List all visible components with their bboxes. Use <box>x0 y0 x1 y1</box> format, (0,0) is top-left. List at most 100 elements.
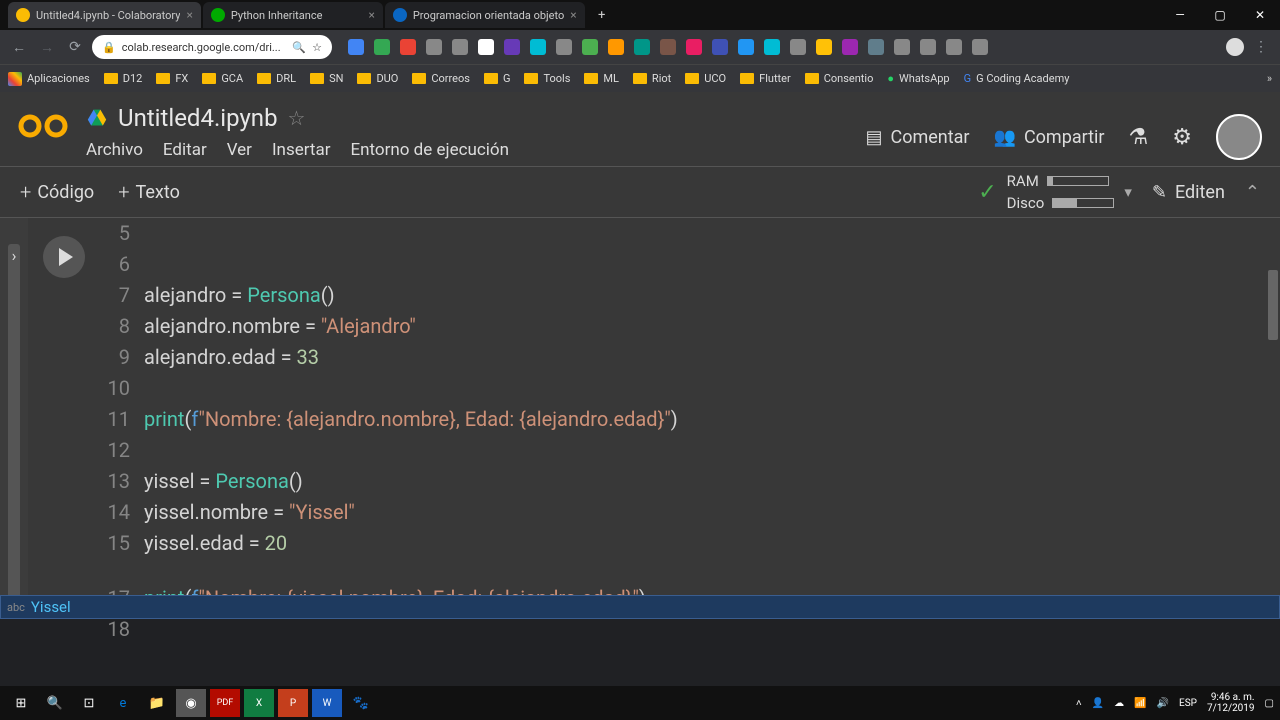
search-button[interactable]: 🔍 <box>40 689 70 717</box>
task-view-button[interactable]: ⊡ <box>74 689 104 717</box>
bookmark-item[interactable]: FX <box>156 72 188 85</box>
code-editor[interactable]: 567alejandro = Persona()8alejandro.nombr… <box>100 218 1268 614</box>
experiment-icon[interactable]: ⚗ <box>1129 125 1149 150</box>
extension-icon[interactable] <box>712 39 728 55</box>
bookmark-item[interactable]: UCO <box>685 72 726 85</box>
extension-icon[interactable] <box>816 39 832 55</box>
language-indicator[interactable]: ESP <box>1179 698 1197 709</box>
bookmark-item[interactable]: Tools <box>524 72 570 85</box>
scrollbar[interactable] <box>1268 270 1278 340</box>
extension-icon[interactable] <box>764 39 780 55</box>
clock[interactable]: 9:46 a. m. 7/12/2019 <box>1207 692 1255 714</box>
bookmark-item[interactable]: DRL <box>257 72 296 85</box>
chevron-down-icon[interactable]: ▾ <box>1124 183 1132 201</box>
pdf-icon[interactable]: PDF <box>210 689 240 717</box>
code-line[interactable]: 8alejandro.nombre = "Alejandro" <box>100 311 1268 342</box>
code-line[interactable]: 7alejandro = Persona() <box>100 280 1268 311</box>
code-line[interactable]: 14yissel.nombre = "Yissel" <box>100 497 1268 528</box>
bookmark-item[interactable]: D12 <box>104 72 143 85</box>
collapse-button[interactable]: ⌃ <box>1245 182 1260 203</box>
extension-icon[interactable] <box>374 39 390 55</box>
extension-icon[interactable] <box>634 39 650 55</box>
star-button[interactable]: ☆ <box>288 106 306 130</box>
onedrive-icon[interactable]: ☁ <box>1114 698 1124 709</box>
menu-button[interactable]: ⋮ <box>1250 39 1272 55</box>
start-button[interactable]: ⊞ <box>6 689 36 717</box>
profile-avatar[interactable] <box>1226 38 1244 56</box>
url-input[interactable]: 🔒 colab.research.google.com/dri... 🔍 ☆ <box>92 35 332 59</box>
menu-item[interactable]: Ver <box>227 140 252 160</box>
excel-icon[interactable]: X <box>244 689 274 717</box>
bookmark-item[interactable]: Consentio <box>805 72 874 85</box>
maximize-button[interactable]: ▢ <box>1200 0 1240 30</box>
menu-item[interactable]: Editar <box>163 140 207 160</box>
new-tab-button[interactable]: + <box>587 1 617 29</box>
menu-item[interactable]: Archivo <box>86 140 143 160</box>
code-line[interactable]: 5 <box>100 218 1268 249</box>
menu-item[interactable]: Entorno de ejecución <box>350 140 509 160</box>
code-line[interactable]: 13yissel = Persona() <box>100 466 1268 497</box>
extension-icon[interactable] <box>348 39 364 55</box>
word-icon[interactable]: W <box>312 689 342 717</box>
bookmark-item[interactable]: SN <box>310 72 343 85</box>
extension-icon[interactable] <box>738 39 754 55</box>
back-button[interactable]: ← <box>8 39 30 56</box>
share-button[interactable]: 👥Compartir <box>994 127 1105 148</box>
wifi-icon[interactable]: 📶 <box>1134 698 1146 709</box>
extension-icon[interactable] <box>842 39 858 55</box>
extension-icon[interactable] <box>946 39 962 55</box>
bookmark-item[interactable]: GCA <box>202 72 243 85</box>
settings-icon[interactable]: ⚙ <box>1172 125 1192 150</box>
add-code-button[interactable]: +Código <box>20 180 94 204</box>
resource-indicator[interactable]: ✓ RAM Disco ▾ <box>978 172 1132 212</box>
editing-mode-button[interactable]: ✎Editen <box>1152 182 1225 203</box>
extension-icon[interactable] <box>478 39 494 55</box>
extension-icon[interactable] <box>582 39 598 55</box>
extension-icon[interactable] <box>972 39 988 55</box>
extension-icon[interactable] <box>426 39 442 55</box>
extension-icon[interactable] <box>868 39 884 55</box>
sidebar-toggle[interactable]: › <box>0 218 28 614</box>
extension-icon[interactable] <box>452 39 468 55</box>
bookmark-item[interactable]: Correos <box>412 72 470 85</box>
extension-icon[interactable] <box>894 39 910 55</box>
code-line[interactable]: 15yissel.edad = 20 <box>100 528 1268 559</box>
bookmarks-overflow[interactable]: » <box>1267 72 1272 85</box>
code-cell[interactable]: 567alejandro = Persona()8alejandro.nombr… <box>28 218 1280 614</box>
people-icon[interactable]: 👤 <box>1092 698 1104 709</box>
close-button[interactable]: ✕ <box>1240 0 1280 30</box>
bookmark-item[interactable]: Aplicaciones <box>8 72 90 86</box>
menu-item[interactable]: Insertar <box>272 140 331 160</box>
forward-button[interactable]: → <box>36 39 58 56</box>
notifications-icon[interactable]: ▢ <box>1265 698 1274 709</box>
browser-tab[interactable]: Untitled4.ipynb - Colaboratory × <box>8 2 201 28</box>
extension-icon[interactable] <box>504 39 520 55</box>
bookmark-item[interactable]: ML <box>584 72 619 85</box>
bookmark-item[interactable]: GG Coding Academy <box>964 72 1070 85</box>
minimize-button[interactable]: — <box>1160 0 1200 30</box>
edge-icon[interactable]: e <box>108 689 138 717</box>
volume-icon[interactable]: 🔊 <box>1157 698 1169 709</box>
comment-button[interactable]: ▤Comentar <box>865 127 969 148</box>
browser-tab[interactable]: Programacion orientada objeto × <box>385 2 585 28</box>
reload-button[interactable]: ⟳ <box>64 39 86 55</box>
chrome-icon[interactable]: ◉ <box>176 689 206 717</box>
code-line[interactable]: 12 <box>100 435 1268 466</box>
extension-icon[interactable] <box>530 39 546 55</box>
close-icon[interactable]: × <box>186 8 192 22</box>
powerpoint-icon[interactable]: P <box>278 689 308 717</box>
bookmark-item[interactable]: DUO <box>357 72 398 85</box>
bookmark-item[interactable]: G <box>484 72 511 85</box>
browser-tab[interactable]: Python Inheritance × <box>203 2 383 28</box>
document-title[interactable]: Untitled4.ipynb <box>118 104 278 132</box>
autocomplete-popup[interactable]: abc Yissel <box>0 595 1280 619</box>
explorer-icon[interactable]: 📁 <box>142 689 172 717</box>
extension-icon[interactable] <box>608 39 624 55</box>
tray-chevron-icon[interactable]: ˄ <box>1076 698 1082 709</box>
bookmark-item[interactable]: ●WhatsApp <box>887 72 949 85</box>
extension-icon[interactable] <box>920 39 936 55</box>
extension-icon[interactable] <box>556 39 572 55</box>
bookmark-item[interactable]: Riot <box>633 72 671 85</box>
run-button[interactable] <box>43 236 85 278</box>
extension-icon[interactable] <box>660 39 676 55</box>
